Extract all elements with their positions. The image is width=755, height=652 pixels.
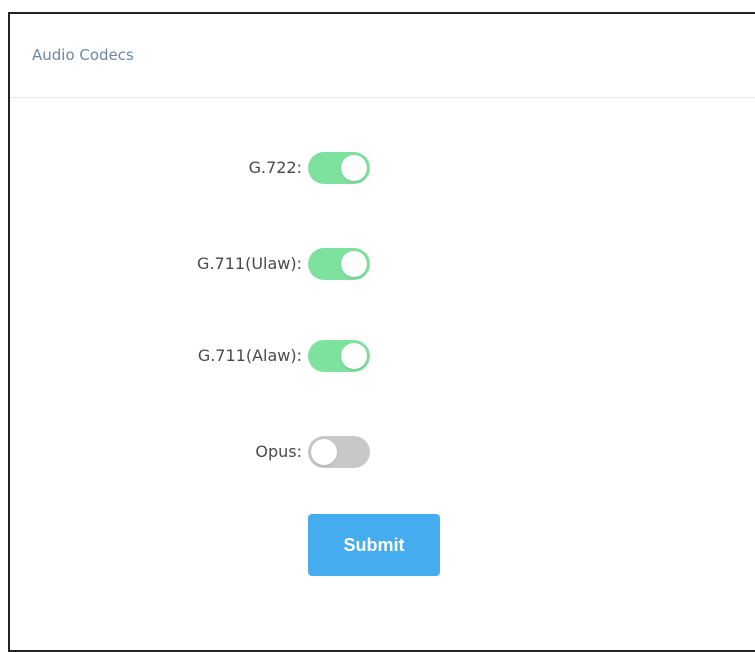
codec-row-g711-ulaw: G.711(Ulaw): [10, 248, 410, 280]
toggle-g722[interactable] [308, 152, 370, 184]
toggle-g711-ulaw[interactable] [308, 248, 370, 280]
codec-label-g711-alaw: G.711(Alaw): [197, 346, 302, 365]
audio-codecs-panel: Audio Codecs G.722: G.711(Ulaw): G.711(A… [8, 12, 755, 652]
codec-label-opus: Opus: [255, 442, 302, 461]
codec-row-g711-alaw: G.711(Alaw): [10, 340, 410, 372]
toggle-knob [311, 439, 337, 465]
toggle-knob [341, 251, 367, 277]
submit-button[interactable]: Submit [308, 514, 440, 576]
codec-row-g722: G.722: [10, 152, 410, 184]
toggle-knob [341, 343, 367, 369]
panel-header: Audio Codecs [10, 14, 755, 98]
toggle-opus[interactable] [308, 436, 370, 468]
codec-label-g711-ulaw: G.711(Ulaw): [197, 254, 302, 273]
toggle-g711-alaw[interactable] [308, 340, 370, 372]
codec-label-g722: G.722: [248, 158, 302, 177]
panel-title: Audio Codecs [32, 46, 134, 64]
codec-row-opus: Opus: [10, 436, 410, 468]
toggle-knob [341, 155, 367, 181]
